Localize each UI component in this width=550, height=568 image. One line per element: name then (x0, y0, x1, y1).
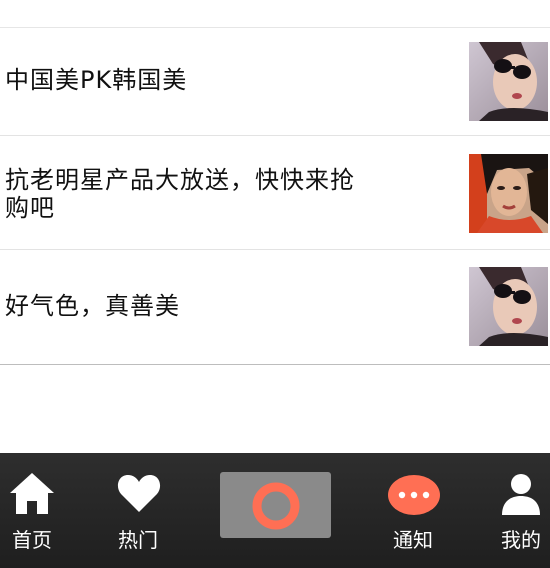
list-item[interactable]: 好气色，真善美 (0, 250, 550, 365)
user-icon (501, 472, 541, 520)
item-title: 抗老明星产品大放送，快快来抢购吧 (5, 166, 355, 222)
tab-label: 热门 (118, 528, 158, 552)
tab-me[interactable]: 我的 (490, 453, 550, 568)
item-title: 好气色，真善美 (5, 292, 180, 320)
ring-icon (251, 481, 301, 535)
list-item[interactable]: 抗老明星产品大放送，快快来抢购吧 (0, 136, 550, 250)
thumbnail-image (469, 154, 548, 233)
tab-home[interactable]: 首页 (0, 453, 70, 568)
tab-label: 我的 (501, 528, 541, 552)
list-item[interactable]: 中国美PK韩国美 (0, 28, 550, 136)
screen: 中国美PK韩国美 抗老明星产品大放送，快快来抢购吧 好气色，真善美 首页 热门 … (0, 0, 550, 568)
feed-list: 中国美PK韩国美 抗老明星产品大放送，快快来抢购吧 好气色，真善美 (0, 28, 550, 365)
more-icon (387, 474, 441, 520)
thumbnail-image (469, 267, 548, 346)
heart-icon (117, 473, 161, 517)
thumbnail-image (469, 42, 548, 121)
home-icon (9, 471, 55, 519)
bottom-tab-bar: 首页 热门 通知 我的 (0, 453, 550, 568)
item-title: 中国美PK韩国美 (5, 66, 188, 94)
tab-hot[interactable]: 热门 (105, 453, 175, 568)
center-action-button[interactable] (220, 472, 331, 538)
tab-label: 通知 (393, 528, 433, 552)
tab-notify[interactable]: 通知 (380, 453, 450, 568)
tab-label: 首页 (12, 528, 52, 552)
